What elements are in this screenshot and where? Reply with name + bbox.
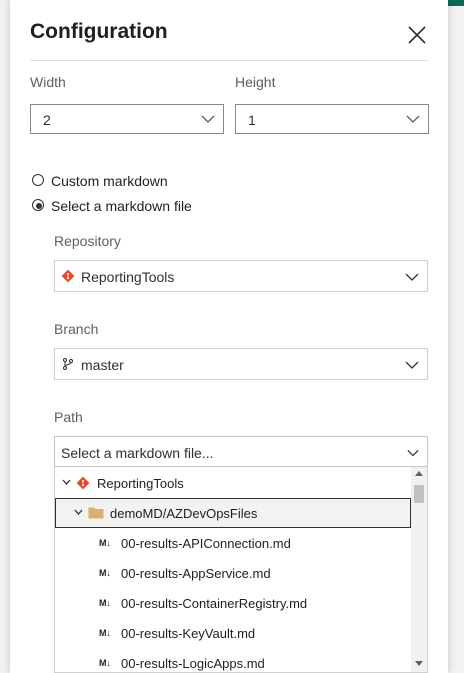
chevron-down-icon <box>405 273 419 281</box>
git-repo-icon <box>61 269 75 283</box>
accent-strip <box>448 0 464 6</box>
tree-node-folder[interactable]: demoMD/AZDevOpsFiles <box>55 498 411 528</box>
backdrop <box>0 0 10 673</box>
tree-node-label: demoMD/AZDevOpsFiles <box>110 506 258 521</box>
chevron-down-icon <box>74 509 83 515</box>
folder-icon <box>88 507 104 519</box>
chevron-down-icon <box>406 115 420 123</box>
path-placeholder: Select a markdown file... <box>61 445 214 461</box>
header-divider <box>30 60 428 61</box>
height-value: 1 <box>248 112 256 128</box>
backdrop <box>448 0 464 673</box>
repository-value: ReportingTools <box>81 269 175 285</box>
branch-value: master <box>81 357 124 373</box>
tree-node-label: 00-results-AppService.md <box>121 566 271 581</box>
tree-node-label: 00-results-APIConnection.md <box>121 536 291 551</box>
scroll-up-arrow-icon[interactable] <box>415 471 423 476</box>
path-dropdown[interactable]: Select a markdown file... <box>54 436 428 467</box>
markdown-file-icon: M↓ <box>99 598 111 608</box>
tree-node-repository[interactable]: ReportingTools <box>55 468 411 498</box>
repository-dropdown[interactable]: ReportingTools <box>54 260 428 292</box>
path-label: Path <box>54 409 83 425</box>
radio-dot <box>36 203 42 209</box>
panel-title: Configuration <box>30 20 168 43</box>
chevron-down-icon <box>405 361 419 369</box>
radio-label: Custom markdown <box>51 173 168 189</box>
branch-dropdown[interactable]: master <box>54 348 428 380</box>
radio-label: Select a markdown file <box>51 198 192 214</box>
markdown-file-icon: M↓ <box>99 538 111 548</box>
scroll-thumb[interactable] <box>414 485 424 503</box>
width-dropdown[interactable]: 2 <box>30 104 224 134</box>
configuration-panel: Configuration Width 2 Height 1 Custom ma… <box>10 0 448 673</box>
tree-node-file[interactable]: M↓ 00-results-LogicApps.md <box>55 648 411 672</box>
chevron-down-icon <box>407 450 419 457</box>
markdown-file-icon: M↓ <box>99 568 111 578</box>
file-tree: ReportingTools demoMD/AZDevOpsFiles M↓ 0… <box>54 467 428 673</box>
tree-node-label: 00-results-KeyVault.md <box>121 626 256 641</box>
branch-label: Branch <box>54 321 99 337</box>
tree-node-file[interactable]: M↓ 00-results-KeyVault.md <box>55 618 411 648</box>
tree-node-file[interactable]: M↓ 00-results-AppService.md <box>55 558 411 588</box>
tree-node-label: 00-results-ContainerRegistry.md <box>121 596 308 611</box>
close-icon[interactable] <box>406 24 428 46</box>
tree-node-label: 00-results-LogicApps.md <box>121 656 265 671</box>
radio-circle <box>32 174 44 186</box>
tree-node-file[interactable]: M↓ 00-results-ContainerRegistry.md <box>55 588 411 618</box>
width-value: 2 <box>43 112 51 128</box>
chevron-down-icon <box>62 479 71 485</box>
scroll-down-arrow-icon[interactable] <box>415 661 423 666</box>
tree-node-file[interactable]: M↓ 00-results-APIConnection.md <box>55 528 411 558</box>
repository-label: Repository <box>54 233 121 249</box>
git-repo-icon <box>76 476 90 490</box>
height-label: Height <box>235 74 276 90</box>
branch-icon <box>63 358 73 370</box>
height-dropdown[interactable]: 1 <box>235 104 429 134</box>
chevron-down-icon <box>201 115 215 123</box>
width-label: Width <box>30 74 66 90</box>
tree-node-label: ReportingTools <box>97 476 184 491</box>
tree-scrollbar[interactable] <box>411 467 427 672</box>
radio-circle-checked <box>32 199 44 211</box>
markdown-file-icon: M↓ <box>99 628 111 638</box>
markdown-file-icon: M↓ <box>99 658 111 668</box>
